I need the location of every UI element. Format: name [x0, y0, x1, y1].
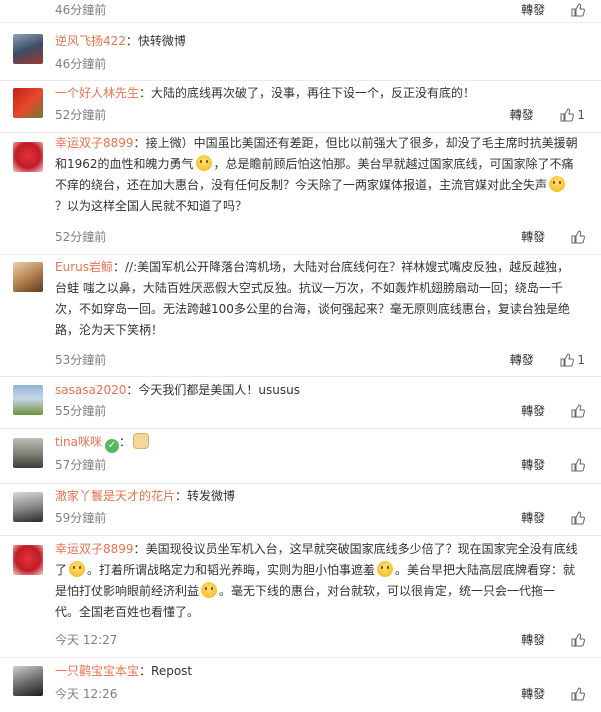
comment-text-part: 。打着所谓战略定力和韬光养晦，实则为胆小怕事遮羞 — [87, 563, 376, 577]
comment-username[interactable]: 幸运双子8899 — [55, 136, 134, 150]
repost-button[interactable]: 轉發 — [521, 227, 545, 247]
like-button[interactable] — [571, 227, 585, 247]
like-button[interactable] — [571, 630, 585, 650]
thumbs-up-icon — [571, 3, 585, 17]
thumbs-up-icon — [571, 458, 585, 472]
thumbs-up-icon — [560, 353, 574, 367]
comment-username[interactable]: 澈家丫鬟是天才的花片 — [55, 489, 175, 503]
comment-username[interactable]: 幸运双子8899 — [55, 542, 134, 556]
comment-text: 今天我们都是美国人！ususus — [138, 383, 300, 397]
comment-top-partial: 46分鐘前 轉發 — [0, 0, 601, 23]
thumbs-up-icon — [560, 108, 574, 122]
repost-button[interactable]: 轉發 — [510, 350, 534, 370]
comment-username[interactable]: 一只鹳宝宝本宝 — [55, 664, 139, 678]
thumbs-up-icon — [571, 404, 585, 418]
comment-item: sasasa2020：今天我们都是美国人！ususus 55分鐘前 轉發 — [0, 376, 601, 429]
comment-time: 59分鐘前 — [55, 511, 107, 525]
comment-time: 52分鐘前 — [55, 108, 107, 122]
avatar[interactable] — [13, 34, 43, 64]
repost-button[interactable]: 轉發 — [521, 455, 545, 475]
thumbs-up-icon — [571, 511, 585, 525]
like-button[interactable] — [571, 455, 585, 475]
smirk-emoji-icon — [377, 561, 394, 577]
smirk-emoji-icon — [69, 561, 86, 577]
avatar[interactable] — [13, 545, 43, 575]
like-button[interactable] — [571, 0, 585, 20]
comment-item: 一个好人林先生：大陆的底线再次破了，没事，再往下设一个，反正没有底的！ 52分鐘… — [0, 80, 601, 133]
smirk-emoji-icon — [549, 176, 566, 192]
comment-time: 57分鐘前 — [55, 458, 107, 472]
thumbs-up-icon — [571, 687, 585, 701]
avatar[interactable] — [13, 88, 43, 118]
like-button[interactable]: 1 — [560, 350, 585, 370]
repost-button[interactable]: 轉發 — [521, 630, 545, 650]
repost-button[interactable]: 轉發 — [521, 684, 545, 704]
comment-username[interactable]: Eurus岩鲸 — [55, 260, 113, 274]
comment-text: 转发微博 — [187, 489, 236, 503]
repost-button[interactable]: 轉發 — [521, 401, 545, 421]
like-button[interactable] — [571, 684, 585, 704]
avatar[interactable] — [13, 262, 43, 292]
like-button[interactable] — [571, 508, 585, 528]
smirk-emoji-icon — [201, 582, 218, 598]
comment-time: 46分鐘前 — [55, 3, 107, 17]
comment-item: 澈家丫鬟是天才的花片：转发微博 59分鐘前 轉發 — [0, 483, 601, 536]
doge-emoji-icon — [133, 433, 150, 449]
comment-username[interactable]: 一个好人林先生 — [55, 86, 139, 100]
thumbs-up-icon — [571, 633, 585, 647]
comment-time: 46分鐘前 — [55, 57, 107, 71]
comment-item: 一只鹳宝宝本宝：Repost 今天 12:26 轉發 — [0, 657, 601, 712]
verified-badge-icon: ✓ — [105, 439, 119, 453]
comment-username[interactable]: tina咪咪 — [55, 435, 102, 449]
comment-text-part: ？以为这样全国人民就不知道了吗？ — [55, 199, 248, 213]
comment-time: 53分鐘前 — [55, 353, 107, 367]
avatar[interactable] — [13, 666, 43, 696]
avatar[interactable] — [13, 438, 43, 468]
avatar[interactable] — [13, 385, 43, 415]
repost-button[interactable]: 轉發 — [510, 105, 534, 125]
repost-button[interactable]: 轉發 — [521, 0, 545, 20]
comment-text: 大陆的底线再次破了，没事，再往下设一个，反正没有底的！ — [151, 86, 476, 100]
comment-time: 55分鐘前 — [55, 404, 107, 418]
smirk-emoji-icon — [195, 155, 212, 171]
comment-time: 今天 12:27 — [55, 633, 118, 647]
comment-item: 幸运双子8899：接上微）中国虽比美国还有差距，但比以前强大了很多，却没了毛主席… — [0, 132, 601, 255]
comment-item: 幸运双子8899：美国现役议员坐军机入台，这早就突破国家底线多少倍了？现在国家完… — [0, 535, 601, 658]
like-count: 1 — [577, 108, 585, 122]
comment-item: Eurus岩鲸：//:美国军机公开降落台湾机场，大陆对台底线何在？祥林嫂式嘴皮反… — [0, 254, 601, 377]
avatar[interactable] — [13, 142, 43, 172]
comment-text: Repost — [151, 664, 193, 678]
comment-time: 52分鐘前 — [55, 230, 107, 244]
like-button[interactable]: 1 — [560, 105, 585, 125]
comment-item: tina咪咪 ✓： 57分鐘前 轉發 — [0, 428, 601, 484]
like-count: 1 — [577, 353, 585, 367]
comment-item: 逆风飞扬422：快转微博 46分鐘前 — [0, 22, 601, 81]
comment-username[interactable]: sasasa2020 — [55, 383, 126, 397]
like-button[interactable] — [571, 401, 585, 421]
comment-text: //:美国军机公开降落台湾机场，大陆对台底线何在？祥林嫂式嘴皮反独，越反越独，台… — [55, 260, 570, 337]
thumbs-up-icon — [571, 230, 585, 244]
comment-time: 今天 12:26 — [55, 687, 118, 701]
repost-button[interactable]: 轉發 — [521, 508, 545, 528]
comment-username[interactable]: 逆风飞扬422 — [55, 34, 126, 48]
avatar[interactable] — [13, 492, 43, 522]
comment-text: 快转微博 — [137, 34, 186, 48]
